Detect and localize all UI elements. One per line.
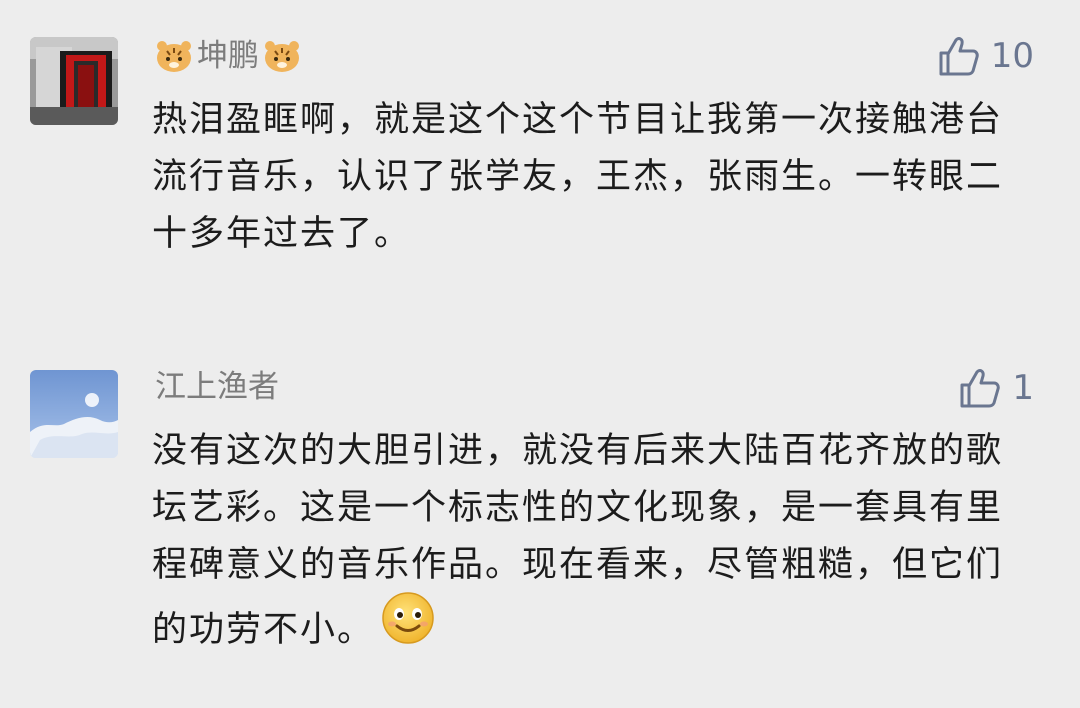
comment-text: 没有这次的大胆引进，就没有后来大陆百花齐放的歌坛艺彩。这是一个标志性的文化现象，… (152, 423, 1032, 668)
thumbs-up-icon (958, 366, 1002, 410)
like-count: 1 (1012, 368, 1034, 408)
tiger-emoji-icon (263, 39, 301, 73)
avatar[interactable] (30, 370, 118, 458)
thumbs-up-icon (937, 34, 981, 78)
username-label: 江上渔者 (155, 369, 279, 405)
comment-item: 坤鹏 10 热泪盈眶啊，就是这个这个节目让我第一次接触港台流行音乐，认识了张学友… (0, 0, 1080, 300)
like-count: 10 (990, 36, 1034, 76)
username[interactable]: 江上渔者 (155, 367, 279, 407)
like-button[interactable]: 10 (937, 34, 1034, 78)
smile-emoji-icon (380, 590, 436, 664)
comment-text-body: 没有这次的大胆引进，就没有后来大陆百花齐放的歌坛艺彩。这是一个标志性的文化现象，… (152, 431, 1004, 650)
username[interactable]: 坤鹏 (155, 36, 301, 76)
like-button[interactable]: 1 (958, 366, 1034, 410)
comment-text: 热泪盈眶啊，就是这个这个节目让我第一次接触港台流行音乐，认识了张学友，王杰，张雨… (152, 100, 1004, 254)
comment-item: 江上渔者 1 没有这次的大胆引进，就没有后来大陆百花齐放的歌坛艺彩。这是一个标志… (0, 300, 1080, 708)
avatar[interactable] (30, 37, 118, 125)
username-label: 坤鹏 (197, 38, 259, 74)
tiger-emoji-icon (155, 39, 193, 73)
